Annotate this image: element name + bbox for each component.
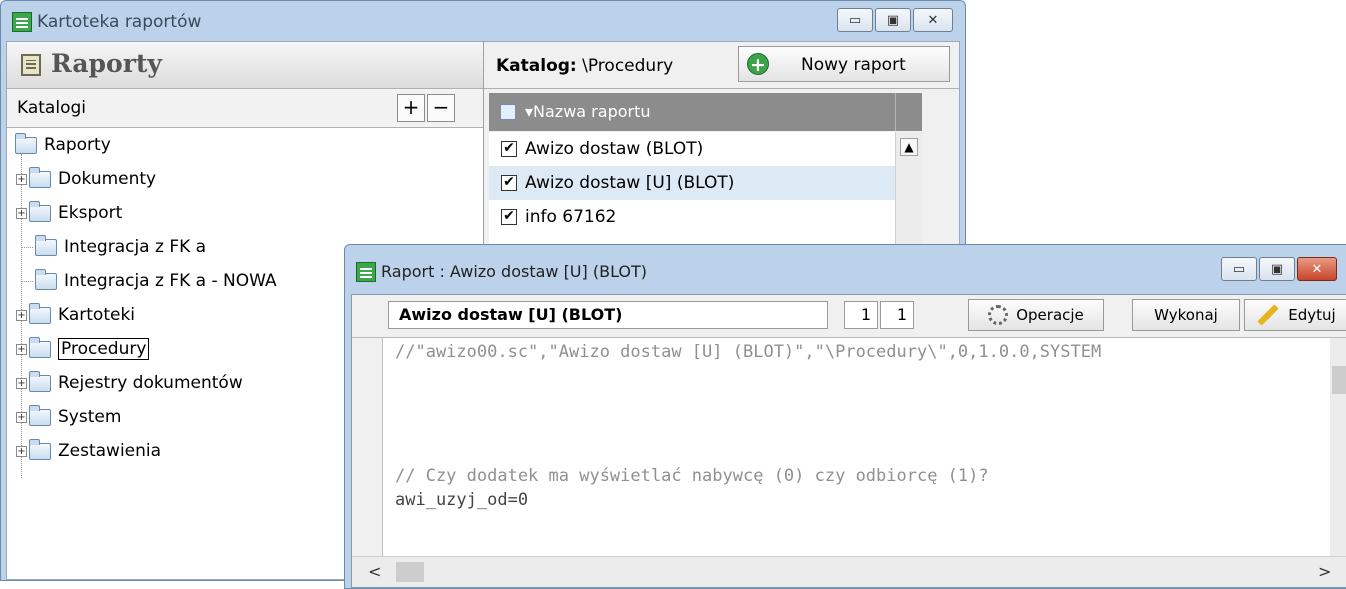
report-toolbar: Awizo dostaw [U] (BLOT) 1 1 Operacje Wyk… [352, 295, 1346, 338]
scroll-thumb[interactable] [396, 562, 424, 582]
title-bar[interactable]: Kartoteka raportów ▭ ▣ ✕ [1, 1, 965, 41]
tree-item-label: Raporty [44, 135, 111, 155]
list-item[interactable]: ✔ info 67162 [489, 200, 895, 234]
report-checkbox[interactable]: ✔ [501, 209, 517, 225]
folder-icon [29, 438, 51, 460]
report-name: Awizo dostaw [U] (BLOT) [525, 173, 735, 193]
pencil-icon [1257, 304, 1279, 326]
code-line: awi_uzyj_od=0 [395, 490, 529, 510]
operations-label: Operacje [1016, 306, 1084, 324]
report-checkbox[interactable]: ✔ [501, 175, 517, 191]
tree-item-label: Integracja z FK a - NOWA [64, 271, 277, 291]
editor-vertical-scrollbar[interactable] [1330, 338, 1346, 557]
tree-item-integracja-nowa[interactable]: Integracja z FK a - NOWA [22, 266, 277, 296]
maximize-button[interactable]: ▣ [875, 8, 911, 32]
folder-icon [29, 336, 51, 358]
tree-item-label: Rejestry dokumentów [58, 373, 243, 393]
tree-item-label: Zestawienia [58, 441, 162, 461]
app-icon [356, 262, 376, 282]
operations-button[interactable]: Operacje [968, 299, 1104, 331]
select-all-checkbox[interactable] [500, 104, 516, 120]
catalog-label: Katalog: [496, 56, 577, 76]
remove-catalog-button[interactable]: − [427, 94, 455, 122]
column-header[interactable]: ▾Nazwa raportu [489, 93, 922, 131]
report-title-bar[interactable]: Raport : Awizo dostaw [U] (BLOT) ▭ ▣ ✕ [345, 245, 1346, 293]
folder-icon [35, 234, 57, 256]
scroll-up-icon[interactable]: ▲ [900, 138, 918, 156]
catalogs-bar: Katalogi + − [7, 89, 483, 128]
tree-item-integracja[interactable]: Integracja z FK a [22, 232, 206, 262]
folder-icon [29, 302, 51, 324]
add-catalog-button[interactable]: + [397, 94, 425, 122]
close-button[interactable]: ✕ [1297, 257, 1337, 281]
maximize-button[interactable]: ▣ [1259, 257, 1295, 281]
folder-icon [29, 200, 51, 222]
code-editor[interactable]: //"awizo00.sc","Awizo dostaw [U] (BLOT)"… [382, 338, 1346, 557]
plus-icon: + [747, 53, 769, 76]
report-name: info 67162 [525, 207, 617, 227]
tree-item-raporty[interactable]: Raporty [15, 130, 111, 160]
column-name-label: ▾Nazwa raportu [525, 102, 651, 121]
list-item[interactable]: ✔ Awizo dostaw (BLOT) [489, 132, 895, 166]
minimize-button[interactable]: ▭ [1221, 257, 1257, 281]
counter-field-b[interactable]: 1 [880, 301, 914, 329]
reports-header: Raporty [7, 42, 483, 89]
reports-title: Raporty [51, 49, 162, 78]
report-window-title: Raport : Awizo dostaw [U] (BLOT) [381, 262, 648, 281]
book-icon [21, 54, 41, 76]
catalog-path: \Procedury [582, 56, 674, 76]
scroll-thumb[interactable] [1332, 366, 1346, 394]
list-item-selected[interactable]: ✔ Awizo dostaw [U] (BLOT) [489, 166, 895, 200]
report-checkbox[interactable]: ✔ [501, 141, 517, 157]
folder-icon [35, 268, 57, 290]
new-report-label: Nowy raport [801, 55, 906, 75]
folder-icon [29, 166, 51, 188]
tree-item-label: Procedury [58, 338, 150, 360]
tree-item-dokumenty[interactable]: + Dokumenty [16, 164, 156, 194]
catalog-bar: Katalog: \Procedury + Nowy raport [484, 42, 959, 89]
tree-item-zestawienia[interactable]: + Zestawienia [16, 436, 161, 466]
folder-icon [29, 404, 51, 426]
tree-item-kartoteki[interactable]: + Kartoteki [16, 300, 135, 330]
execute-button[interactable]: Wykonaj [1132, 299, 1240, 331]
tree-item-label: Eksport [58, 203, 123, 223]
report-name: Awizo dostaw (BLOT) [525, 139, 704, 159]
scroll-left-icon[interactable]: < [368, 562, 381, 581]
report-window: Raport : Awizo dostaw [U] (BLOT) ▭ ▣ ✕ A… [344, 244, 1346, 589]
edit-label: Edytuj [1288, 306, 1336, 324]
catalogs-label: Katalogi [17, 98, 86, 118]
editor-horizontal-scrollbar[interactable]: < > [352, 556, 1346, 587]
report-name-field[interactable]: Awizo dostaw [U] (BLOT) [388, 301, 828, 329]
folder-icon [15, 132, 37, 154]
scroll-right-icon[interactable]: > [1318, 562, 1331, 581]
window-title: Kartoteka raportów [37, 12, 202, 32]
expand-icon[interactable]: + [16, 207, 27, 219]
tree-item-eksport[interactable]: + Eksport [16, 198, 122, 228]
tree-item-system[interactable]: + System [16, 402, 121, 432]
expand-icon[interactable]: + [16, 411, 27, 423]
counter-field-a[interactable]: 1 [844, 301, 878, 329]
close-button[interactable]: ✕ [913, 8, 953, 32]
expand-icon[interactable]: + [16, 343, 27, 355]
app-icon [12, 12, 32, 32]
new-report-button[interactable]: + Nowy raport [738, 46, 950, 82]
expand-icon[interactable]: + [16, 309, 27, 321]
tree-item-label: System [58, 407, 122, 427]
folder-icon [29, 370, 51, 392]
expand-icon[interactable]: + [16, 173, 27, 185]
edit-button[interactable]: Edytuj [1244, 299, 1346, 331]
tree-item-procedury[interactable]: + Procedury [16, 334, 150, 364]
tree-item-label: Kartoteki [58, 305, 136, 325]
code-line: // Czy dodatek ma wyświetlać nabywcę (0)… [395, 466, 989, 486]
expand-icon[interactable]: + [16, 377, 27, 389]
expand-icon[interactable]: + [16, 445, 27, 457]
gear-icon [988, 305, 1009, 325]
tree-item-label: Integracja z FK a [64, 237, 207, 257]
tree-item-rejestry[interactable]: + Rejestry dokumentów [16, 368, 243, 398]
code-line: //"awizo00.sc","Awizo dostaw [U] (BLOT)"… [395, 342, 1102, 362]
tree-item-label: Dokumenty [58, 169, 157, 189]
report-client: Awizo dostaw [U] (BLOT) 1 1 Operacje Wyk… [351, 294, 1346, 588]
minimize-button[interactable]: ▭ [837, 8, 873, 32]
